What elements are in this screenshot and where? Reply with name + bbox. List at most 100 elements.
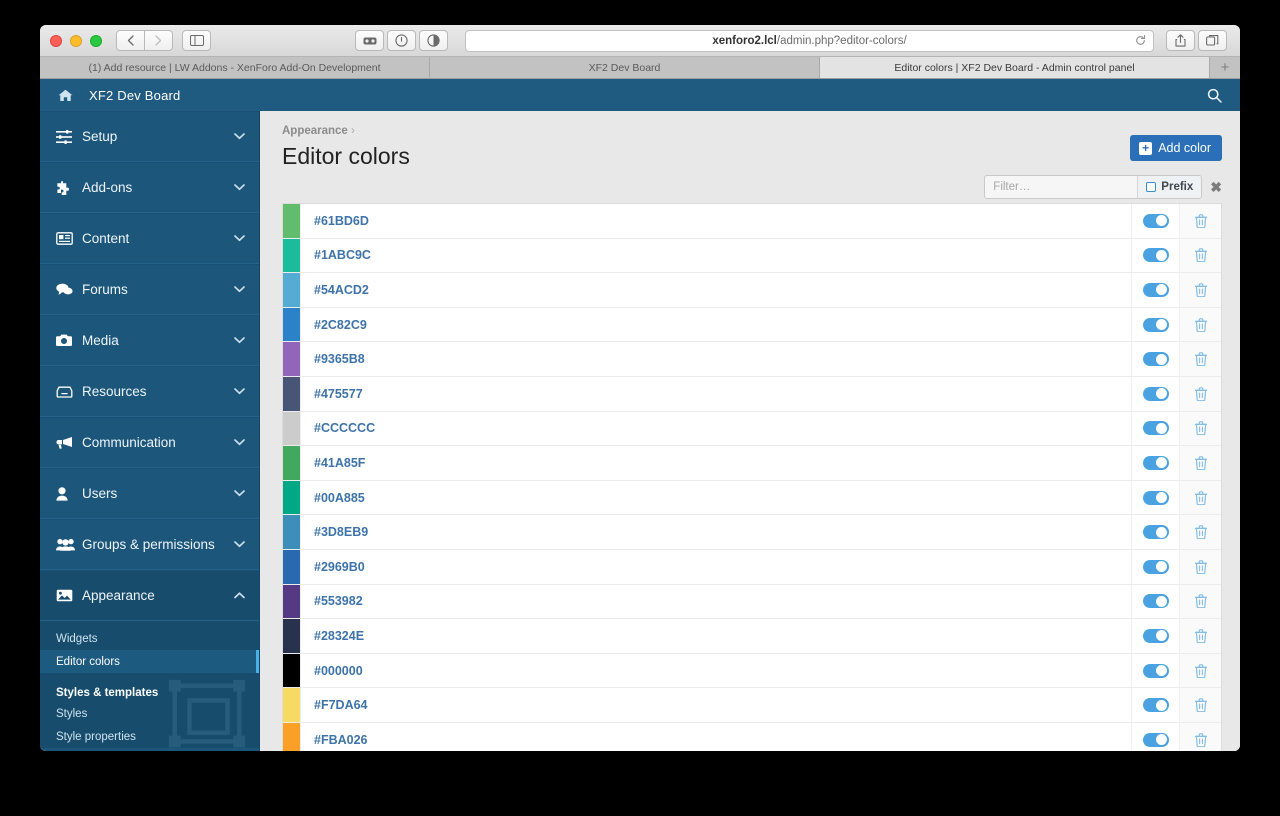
color-name[interactable]: #00A885: [300, 480, 1131, 515]
delete-cell[interactable]: [1179, 307, 1221, 342]
table-row[interactable]: #2969B0: [283, 549, 1221, 585]
enable-toggle-cell[interactable]: [1131, 446, 1179, 480]
color-name[interactable]: #475577: [300, 376, 1131, 411]
sidebar-item-groups-permissions[interactable]: Groups & permissions: [40, 519, 259, 570]
reload-icon[interactable]: [1135, 35, 1146, 46]
enable-toggle-cell[interactable]: [1131, 376, 1179, 411]
trash-icon[interactable]: [1194, 248, 1207, 263]
browser-tab[interactable]: (1) Add resource | LW Addons - XenForo A…: [40, 57, 430, 78]
enable-toggle-cell[interactable]: [1131, 688, 1179, 722]
enable-toggle-cell[interactable]: [1131, 480, 1179, 515]
delete-cell[interactable]: [1179, 238, 1221, 273]
table-row[interactable]: #9365B8: [283, 342, 1221, 377]
color-name[interactable]: #2C82C9: [300, 307, 1131, 342]
trash-icon[interactable]: [1194, 456, 1207, 470]
toggle-on-icon[interactable]: [1142, 525, 1169, 540]
toggle-on-icon[interactable]: [1142, 317, 1169, 332]
table-row[interactable]: #54ACD2: [283, 273, 1221, 308]
delete-cell[interactable]: [1179, 515, 1221, 549]
trash-icon[interactable]: [1194, 317, 1207, 332]
enable-toggle-cell[interactable]: [1131, 307, 1179, 342]
color-name[interactable]: #3D8EB9: [300, 515, 1131, 549]
table-row[interactable]: #000000: [283, 653, 1221, 689]
table-row[interactable]: #28324E: [283, 619, 1221, 654]
table-row[interactable]: #FBA026: [283, 722, 1221, 751]
admin-brand[interactable]: XF2 Dev Board: [89, 88, 180, 103]
table-row[interactable]: #3D8EB9: [283, 515, 1221, 550]
delete-cell[interactable]: [1179, 722, 1221, 751]
toggle-on-icon[interactable]: [1142, 698, 1169, 713]
sidebar-item-users[interactable]: Users: [40, 468, 259, 519]
delete-cell[interactable]: [1179, 446, 1221, 480]
color-name[interactable]: #2969B0: [300, 549, 1131, 584]
toggle-on-icon[interactable]: [1142, 732, 1169, 747]
toggle-on-icon[interactable]: [1142, 628, 1169, 643]
info-extension-icon[interactable]: [387, 30, 416, 51]
enable-toggle-cell[interactable]: [1131, 238, 1179, 273]
color-name[interactable]: #CCCCCC: [300, 411, 1131, 446]
delete-cell[interactable]: [1179, 273, 1221, 307]
minimize-window-button[interactable]: [70, 34, 82, 47]
search-icon[interactable]: [1207, 88, 1222, 103]
delete-cell[interactable]: [1179, 653, 1221, 688]
enable-toggle-cell[interactable]: [1131, 515, 1179, 549]
delete-cell[interactable]: [1179, 204, 1221, 238]
enable-toggle-cell[interactable]: [1131, 411, 1179, 446]
clear-x-icon[interactable]: ✖: [1210, 179, 1222, 196]
color-name[interactable]: #28324E: [300, 619, 1131, 653]
sidebar-subitem-style-properties[interactable]: Style properties: [40, 725, 259, 748]
browser-tab-active[interactable]: Editor colors | XF2 Dev Board - Admin co…: [820, 57, 1210, 78]
home-icon[interactable]: [58, 89, 73, 102]
maximize-window-button[interactable]: [90, 34, 102, 47]
trash-icon[interactable]: [1194, 421, 1207, 436]
enable-toggle-cell[interactable]: [1131, 584, 1179, 619]
table-row[interactable]: #41A85F: [283, 446, 1221, 481]
enable-toggle-cell[interactable]: [1131, 722, 1179, 751]
trash-icon[interactable]: [1194, 559, 1207, 574]
color-name[interactable]: #000000: [300, 653, 1131, 688]
trash-icon[interactable]: [1194, 525, 1207, 540]
color-name[interactable]: #F7DA64: [300, 688, 1131, 722]
enable-toggle-cell[interactable]: [1131, 653, 1179, 688]
show-tabs-icon[interactable]: [1198, 30, 1227, 51]
share-icon[interactable]: [1166, 30, 1195, 51]
browser-tab[interactable]: XF2 Dev Board: [430, 57, 820, 78]
trash-icon[interactable]: [1194, 352, 1207, 367]
trash-icon[interactable]: [1194, 594, 1207, 609]
enable-toggle-cell[interactable]: [1131, 549, 1179, 584]
filter-input[interactable]: [985, 176, 1138, 198]
back-icon[interactable]: [116, 30, 145, 51]
trash-icon[interactable]: [1194, 663, 1207, 678]
sidebar-item-resources[interactable]: Resources: [40, 366, 259, 417]
color-name[interactable]: #FBA026: [300, 722, 1131, 751]
add-color-button[interactable]: + Add color: [1130, 135, 1222, 161]
sidebar-item-content[interactable]: Content: [40, 213, 259, 264]
forward-icon[interactable]: [144, 30, 173, 51]
toggle-on-icon[interactable]: [1142, 594, 1169, 609]
trash-icon[interactable]: [1194, 283, 1207, 297]
table-row[interactable]: #1ABC9C: [283, 238, 1221, 274]
sidebar-item-setup[interactable]: Setup: [40, 111, 259, 162]
enable-toggle-cell[interactable]: [1131, 204, 1179, 238]
table-row[interactable]: #F7DA64: [283, 688, 1221, 723]
table-row[interactable]: #2C82C9: [283, 307, 1221, 343]
sidebar-item-media[interactable]: Media: [40, 315, 259, 366]
prefix-checkbox[interactable]: [1146, 182, 1157, 192]
enable-toggle-cell[interactable]: [1131, 342, 1179, 376]
delete-cell[interactable]: [1179, 411, 1221, 446]
breadcrumb-parent[interactable]: Appearance: [282, 125, 348, 137]
delete-cell[interactable]: [1179, 619, 1221, 653]
toggle-on-icon[interactable]: [1142, 455, 1169, 470]
toggle-on-icon[interactable]: [1142, 490, 1169, 505]
trash-icon[interactable]: [1194, 732, 1207, 747]
table-row[interactable]: #553982: [283, 584, 1221, 620]
toggle-on-icon[interactable]: [1142, 282, 1169, 297]
trash-icon[interactable]: [1194, 213, 1207, 228]
sidebar-subitem-editor-colors[interactable]: Editor colors: [40, 650, 259, 673]
delete-cell[interactable]: [1179, 342, 1221, 376]
sidebar-item-add-ons[interactable]: Add-ons: [40, 162, 259, 213]
prefix-checkbox-group[interactable]: Prefix: [1137, 176, 1202, 198]
color-name[interactable]: #553982: [300, 584, 1131, 619]
sidebar-item-forums[interactable]: Forums: [40, 264, 259, 315]
enable-toggle-cell[interactable]: [1131, 273, 1179, 307]
